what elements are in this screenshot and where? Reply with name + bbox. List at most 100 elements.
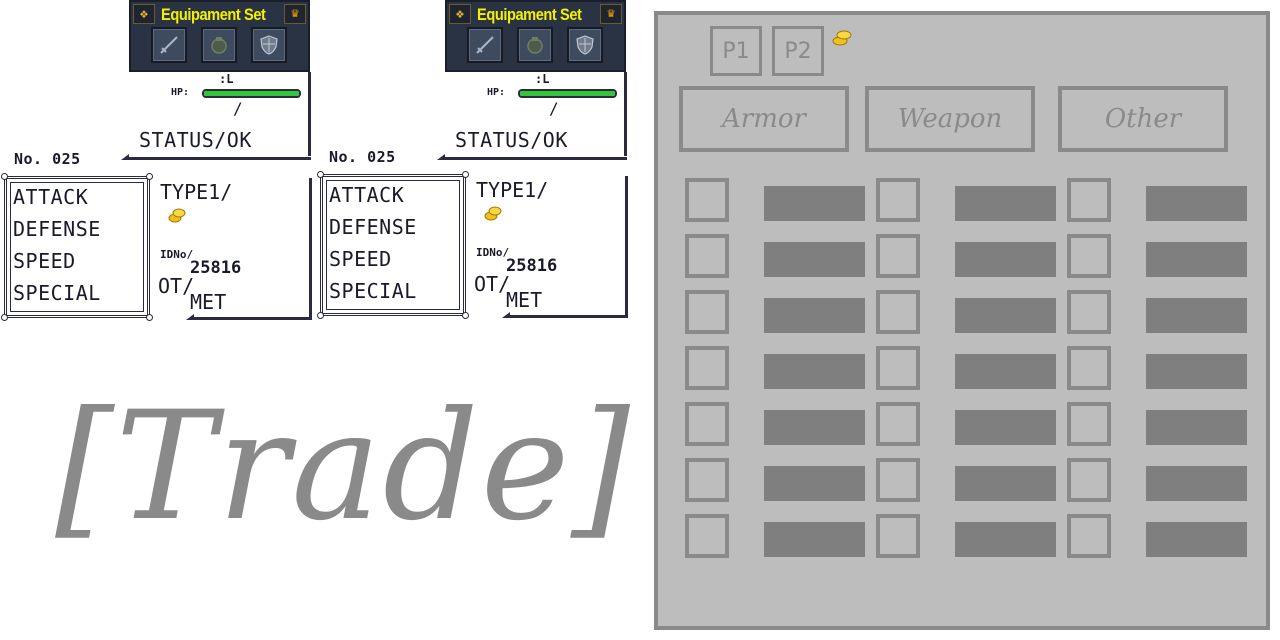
tab-armor[interactable]: Armor: [679, 86, 849, 152]
trade-slot-checkbox[interactable]: [685, 458, 729, 502]
idno-value: 25816: [190, 258, 242, 278]
stats-box: ATTACK DEFENSE SPEED SPECIAL: [1, 173, 153, 321]
stat-defense: DEFENSE: [13, 217, 101, 241]
trade-slot-checkbox[interactable]: [685, 178, 729, 222]
trade-slot-item[interactable]: [955, 186, 1056, 221]
trade-slot-checkbox[interactable]: [876, 346, 920, 390]
trade-slot-checkbox[interactable]: [876, 290, 920, 334]
trade-slot-item[interactable]: [955, 410, 1056, 445]
hp-bar: [202, 89, 301, 98]
status-box: :L HP: / STATUS/OK: [437, 72, 627, 160]
tab-other[interactable]: Other: [1058, 86, 1228, 152]
dex-number: No. 025: [14, 150, 81, 168]
weapon-slot[interactable]: [467, 27, 503, 63]
hp-bar-fill: [520, 91, 615, 96]
tab-weapon[interactable]: Weapon: [865, 86, 1035, 152]
shield-icon: [576, 35, 594, 55]
trade-slot-item[interactable]: [955, 466, 1056, 501]
trade-slot-item[interactable]: [955, 242, 1056, 277]
sword-icon: [160, 36, 178, 54]
emblem-icon: ❖: [133, 4, 155, 24]
sword-icon: [476, 36, 494, 54]
player-1-button[interactable]: P1: [710, 26, 762, 76]
bag-icon: [211, 37, 227, 54]
trade-slot-checkbox[interactable]: [685, 402, 729, 446]
player-2-button[interactable]: P2: [772, 26, 824, 76]
stats-box: ATTACK DEFENSE SPEED SPECIAL: [317, 171, 469, 319]
trade-slot-item[interactable]: [764, 522, 865, 557]
type-box: TYPE1/ IDNo/ 25816 OT/ MET: [472, 176, 628, 318]
trade-slot-item[interactable]: [764, 354, 865, 389]
trade-slot-checkbox[interactable]: [1067, 178, 1111, 222]
trade-slot-item[interactable]: [1146, 186, 1247, 221]
equipment-panel: ❖ Equipament Set ♛: [445, 0, 626, 72]
status-text: STATUS/OK: [139, 128, 252, 152]
shield-slot[interactable]: [567, 27, 603, 63]
trade-slot-item[interactable]: [955, 298, 1056, 333]
equipment-panel: ❖ Equipament Set ♛: [129, 0, 310, 72]
trade-slot-item[interactable]: [1146, 354, 1247, 389]
idno-label: IDNo/: [160, 248, 194, 261]
bag-slot[interactable]: [517, 27, 553, 63]
equipment-title: Equipament Set: [161, 5, 266, 24]
trade-slot-checkbox[interactable]: [876, 514, 920, 558]
trade-slot-item[interactable]: [764, 242, 865, 277]
crown-icon: ♛: [284, 4, 306, 24]
stat-speed: SPEED: [329, 247, 392, 271]
met-label: MET: [190, 290, 227, 314]
type-label: TYPE1/: [160, 180, 233, 204]
trade-slot-checkbox[interactable]: [876, 178, 920, 222]
hp-bar: [518, 89, 617, 98]
trade-slot-checkbox[interactable]: [685, 514, 729, 558]
hp-bar-fill: [204, 91, 299, 96]
bag-slot[interactable]: [201, 27, 237, 63]
trade-slot-checkbox[interactable]: [1067, 402, 1111, 446]
trade-slot-item[interactable]: [1146, 298, 1247, 333]
status-text: STATUS/OK: [455, 128, 568, 152]
type-box: TYPE1/ IDNo/ 25816 OT/ MET: [156, 178, 312, 320]
trade-slot-item[interactable]: [1146, 242, 1247, 277]
hp-label: HP:: [171, 87, 190, 98]
gold-coin-icon: [168, 208, 186, 223]
trade-slot-item[interactable]: [1146, 466, 1247, 501]
dex-number: No. 025: [329, 148, 396, 166]
trade-slot-checkbox[interactable]: [685, 234, 729, 278]
stat-special: SPECIAL: [13, 281, 101, 305]
trade-slot-item[interactable]: [1146, 522, 1247, 557]
met-label: MET: [506, 288, 543, 312]
trade-slot-checkbox[interactable]: [1067, 234, 1111, 278]
shield-slot[interactable]: [251, 27, 287, 63]
trade-slot-checkbox[interactable]: [1067, 346, 1111, 390]
trade-slot-checkbox[interactable]: [1067, 290, 1111, 334]
trade-slot-checkbox[interactable]: [876, 234, 920, 278]
level-label: :L: [219, 72, 234, 86]
trade-slot-checkbox[interactable]: [685, 290, 729, 334]
crown-icon: ♛: [600, 4, 622, 24]
trade-slot-checkbox[interactable]: [876, 458, 920, 502]
trade-slot-checkbox[interactable]: [1067, 458, 1111, 502]
trade-slot-item[interactable]: [955, 522, 1056, 557]
shield-icon: [260, 35, 278, 55]
trade-title: [Trade]: [55, 380, 633, 554]
trade-slot-item[interactable]: [955, 354, 1056, 389]
level-label: :L: [535, 72, 550, 86]
trade-slot-checkbox[interactable]: [876, 402, 920, 446]
hp-value: /: [549, 99, 559, 118]
trade-slot-item[interactable]: [764, 298, 865, 333]
equipment-title: Equipament Set: [477, 5, 582, 24]
stat-special: SPECIAL: [329, 279, 417, 303]
trade-slot-item[interactable]: [764, 186, 865, 221]
trade-slot-item[interactable]: [764, 410, 865, 445]
stat-defense: DEFENSE: [329, 215, 417, 239]
emblem-icon: ❖: [449, 4, 471, 24]
idno-value: 25816: [506, 256, 558, 276]
weapon-slot[interactable]: [151, 27, 187, 63]
gold-coin-icon: [484, 206, 502, 221]
trade-slot-checkbox[interactable]: [1067, 514, 1111, 558]
stat-attack: ATTACK: [329, 183, 405, 207]
gold-coin-icon: [832, 30, 852, 46]
hp-label: HP:: [487, 87, 506, 98]
trade-slot-item[interactable]: [1146, 410, 1247, 445]
trade-slot-checkbox[interactable]: [685, 346, 729, 390]
trade-slot-item[interactable]: [764, 466, 865, 501]
